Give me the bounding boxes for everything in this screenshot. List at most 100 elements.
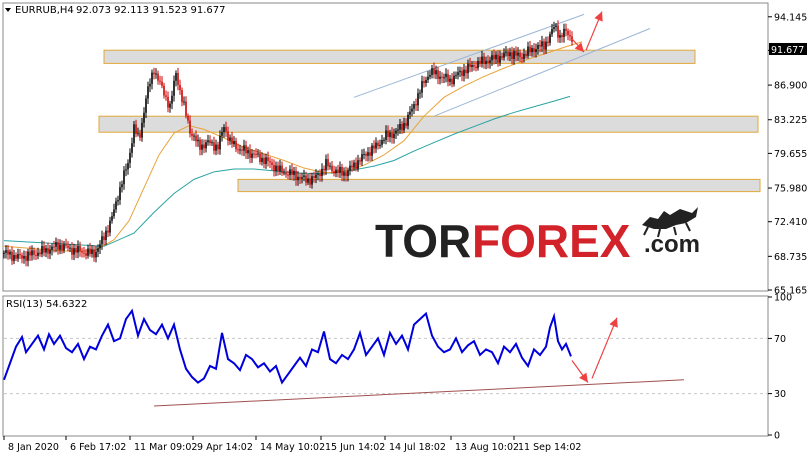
price-tick-label: 68.735 [774,252,807,263]
candle-body [169,103,171,108]
candle-body [245,145,247,154]
candle-body [199,139,201,150]
candle-body [37,252,39,256]
symbol-label: EURRUB,H4 [15,5,74,16]
candle-body [147,86,149,99]
chart-header: EURRUB,H4 92.073 92.113 91.523 91.677 [5,5,226,16]
candle-body [193,135,195,137]
candle-body [3,252,5,254]
candle-body [319,173,321,177]
candle-body [71,247,73,255]
candle-body [165,95,167,97]
candle-body [149,83,151,87]
candle-body [555,25,557,28]
candle-body [105,230,107,240]
candle-body [243,145,245,151]
candle-body [367,152,369,156]
candle-body [513,51,515,59]
candle-body [373,145,375,149]
candle-body [73,248,75,255]
candle-body [445,73,447,78]
price-tick-label: 72.410 [774,217,807,228]
candle-body [55,242,57,247]
price-tick-label: 75.980 [774,184,807,195]
current-price-text: 91.677 [771,45,804,56]
candle-body [261,157,263,162]
candle-body [353,162,355,168]
candle-body [565,28,567,31]
candle-body [537,44,539,50]
candle-body [77,245,79,253]
candle-body [407,114,409,126]
candle-body [517,52,519,56]
candle-body [421,81,423,93]
candle-body [293,170,295,176]
candle-body [377,142,379,146]
candle-body [381,140,383,145]
candle-body [323,168,325,171]
candle-body [447,73,449,82]
candle-body [23,255,25,259]
time-tick-label: 9 Apr 14:02 [197,442,253,453]
candle-body [329,165,331,167]
candle-body [305,175,307,183]
candle-body [273,164,275,172]
candle-body [455,75,457,77]
candle-body [21,255,23,259]
candle-body [441,76,443,78]
candle-body [151,72,153,84]
price-tick-label: 83.225 [774,115,807,126]
candle-body [213,142,215,151]
candle-body [101,236,103,245]
candle-body [179,84,181,91]
candle-body [471,64,473,68]
candle-body [53,246,55,248]
candle-body [347,170,349,177]
candle-body [99,244,101,249]
rsi-tick-label: 100 [774,293,792,304]
candle-body [269,161,271,163]
time-tick-label: 11 Sep 14:02 [518,442,581,453]
candle-body [181,90,183,103]
candle-body [509,52,511,57]
candle-body [505,51,507,53]
candle-body [563,28,565,37]
candle-body [287,174,289,176]
candle-body [419,92,421,94]
candle-body [281,165,283,173]
candle-body [247,150,249,154]
candle-body [115,201,117,210]
candle-body [405,123,407,126]
candle-body [229,137,231,141]
candle-body [399,123,401,130]
candle-body [439,76,441,79]
candle-body [503,52,505,58]
candle-body [133,124,135,144]
ohlc-values: 92.073 92.113 91.523 91.677 [76,5,226,16]
candle-body [275,165,277,172]
candle-body [327,159,329,167]
candle-body [107,230,109,233]
candle-body [89,248,91,255]
candle-body [251,153,253,158]
candle-body [527,46,529,56]
current-price-tag: 91.677 [769,43,807,56]
candle-body [365,153,367,156]
candle-body [467,63,469,74]
rsi-tick-label: 0 [774,431,780,442]
candle-body [459,70,461,73]
candle-body [525,53,527,56]
price-tick-label: 94.145 [774,12,807,23]
candle-body [541,41,543,47]
candle-body [289,169,291,176]
candle-body [237,149,239,151]
trading-chart: 94.14590.57586.90083.22579.65575.98072.4… [2,2,807,453]
candle-body [19,254,21,256]
candle-body [69,247,71,249]
candle-body [389,132,391,138]
candle-body [61,244,63,251]
candle-body [499,56,501,63]
candle-body [375,142,377,149]
rsi-pane-frame [2,295,769,437]
candle-body [11,251,13,261]
